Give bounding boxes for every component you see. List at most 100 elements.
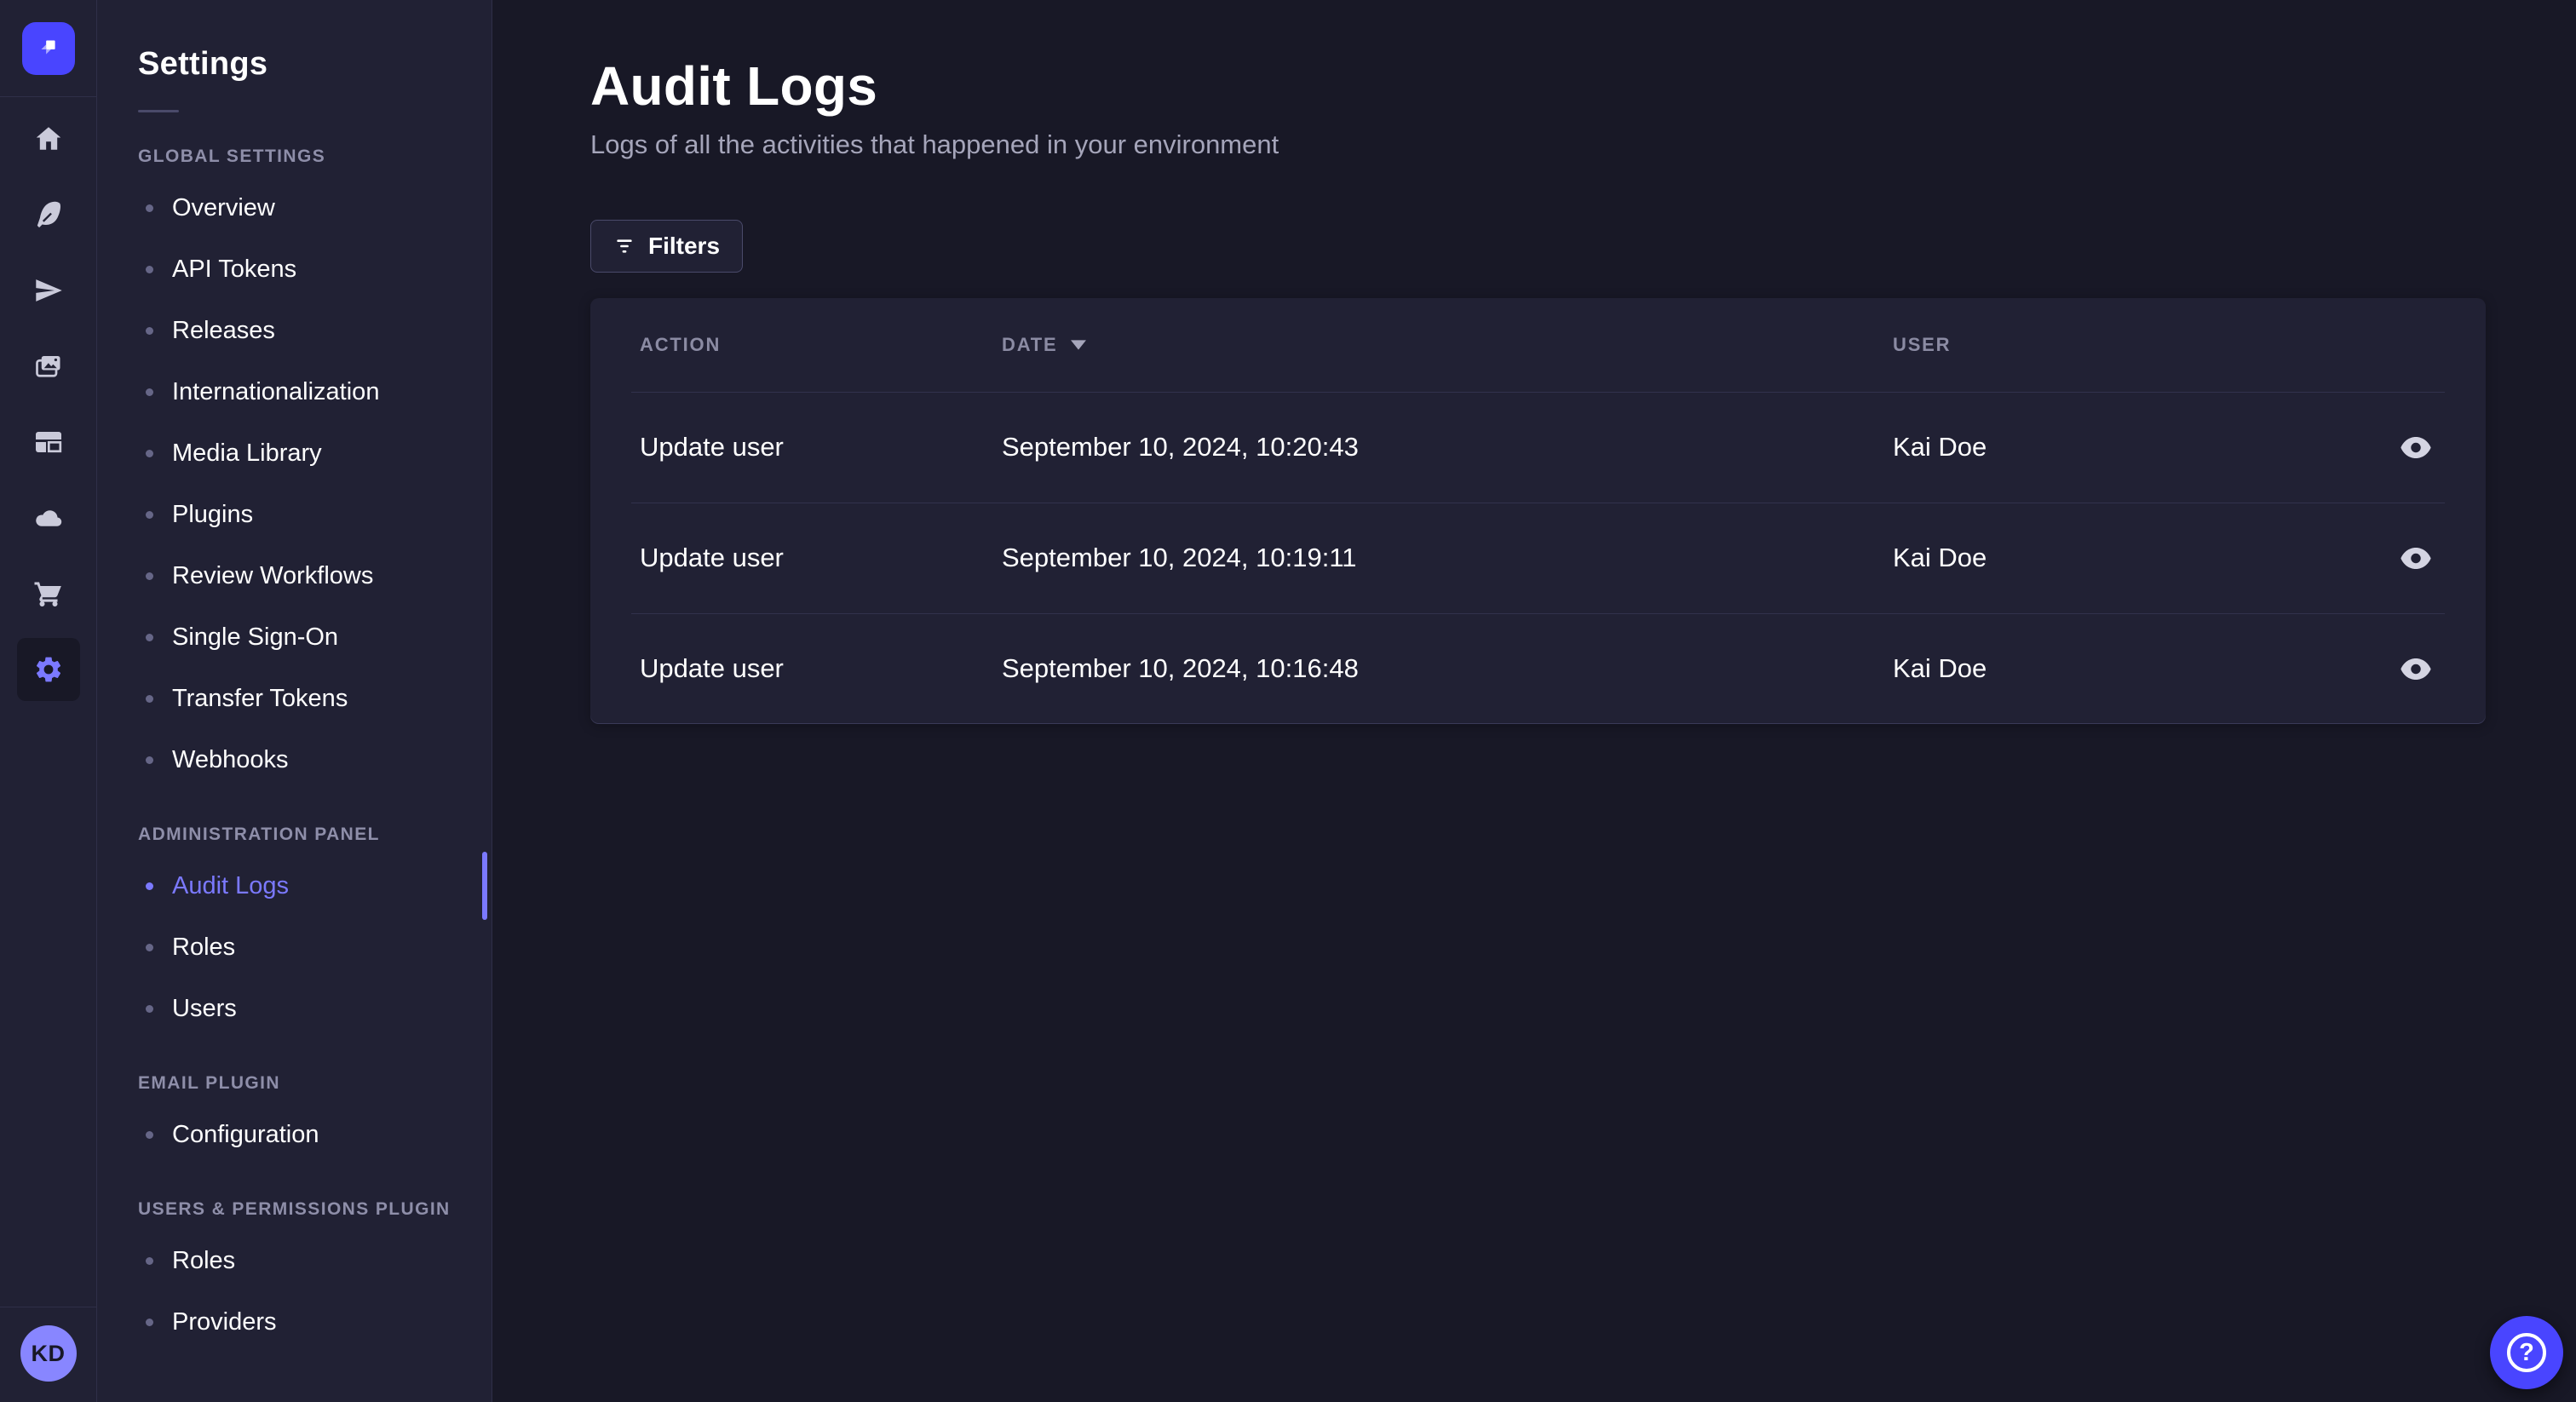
sidebar-item-label: Releases [172,316,275,344]
bullet-icon [146,204,153,212]
sidebar-item-api-tokens[interactable]: API Tokens [138,238,492,300]
audit-logs-table: ACTION DATE USER Update user September 1… [590,298,2486,724]
marketplace-cart-icon[interactable] [17,562,80,625]
sidebar-item-label: Users [172,994,237,1022]
rail-items [16,107,80,714]
settings-gear-icon[interactable] [16,638,80,701]
main-content: Audit Logs Logs of all the activities th… [492,0,2576,1402]
bullet-icon [146,1130,153,1139]
sidebar-section: USERS & PERMISSIONS PLUGIN Roles Provide… [138,1199,492,1353]
view-log-details-button[interactable] [2395,543,2436,574]
sidebar-section-label: EMAIL PLUGIN [138,1073,280,1093]
eye-icon [2401,436,2431,458]
feather-icon[interactable] [17,183,80,246]
cell-date: September 10, 2024, 10:16:48 [1002,653,1359,683]
sidebar-item-roles[interactable]: Roles [138,1230,492,1291]
view-log-details-button[interactable] [2395,653,2436,685]
bullet-icon [146,1004,153,1013]
paper-plane-icon[interactable] [17,259,80,322]
sidebar-item-label: Single Sign-On [172,623,339,651]
sidebar-section-items: Configuration [138,1104,492,1165]
sidebar-item-single-sign-on[interactable]: Single Sign-On [138,606,492,668]
sidebar-item-label: Review Workflows [172,561,374,589]
sidebar-section-label: ADMINISTRATION PANEL [138,825,380,844]
cloud-icon[interactable] [17,486,80,549]
page-subtitle: Logs of all the activities that happened… [590,129,1279,159]
column-header-user: USER [1893,334,1952,355]
sidebar-item-label: Audit Logs [172,871,290,899]
question-mark-icon: ? [2507,1333,2546,1372]
page-title: Audit Logs [590,55,878,117]
column-header-date: DATE [1002,334,1893,356]
sidebar-item-webhooks[interactable]: Webhooks [138,729,492,790]
cell-user: Kai Doe [1893,653,1987,683]
bullet-icon [146,265,153,273]
strapi-logo[interactable] [21,21,75,75]
sidebar-item-label: Transfer Tokens [172,684,348,712]
sidebar-section-items: Audit Logs Roles Users [138,855,492,1039]
sidebar-section-items: Overview API Tokens Releases Internation… [138,177,492,790]
sidebar-item-plugins[interactable]: Plugins [138,484,492,545]
sidebar-section: GLOBAL SETTINGS Overview API Tokens Rele… [138,147,492,790]
sidebar-item-audit-logs[interactable]: Audit Logs [138,855,492,916]
table-row: Update user September 10, 2024, 10:16:48… [590,613,2486,724]
sidebar-item-label: Internationalization [172,377,380,405]
rail-footer: KD [0,1307,96,1402]
sort-descending-icon[interactable] [1071,340,1087,350]
cell-action: Update user [640,432,784,462]
bullet-icon [146,694,153,703]
sidebar-item-overview[interactable]: Overview [138,177,492,238]
strapi-logo-icon [40,40,55,55]
settings-nav: Settings GLOBAL SETTINGS Overview API To… [97,0,492,1402]
icon-rail: KD [0,0,97,1402]
bullet-icon [146,510,153,519]
avatar[interactable]: KD [20,1325,77,1382]
sidebar-item-label: Media Library [172,439,322,467]
audit-table-body: Update user September 10, 2024, 10:20:43… [590,392,2486,724]
bullet-icon [146,882,153,890]
sidebar-item-transfer-tokens[interactable]: Transfer Tokens [138,668,492,729]
cell-date: September 10, 2024, 10:20:43 [1002,432,1359,462]
sidebar-item-label: Webhooks [172,745,289,773]
column-header-action: ACTION [640,334,722,355]
nav-title-divider [138,110,179,112]
toolbar: Filters [590,220,2486,273]
table-row: Update user September 10, 2024, 10:20:43… [590,392,2486,503]
help-button[interactable]: ? [2490,1316,2563,1389]
bullet-icon [146,1256,153,1265]
sidebar-item-internationalization[interactable]: Internationalization [138,361,492,422]
sidebar-section: EMAIL PLUGIN Configuration [138,1073,492,1165]
home-icon[interactable] [17,107,80,170]
bullet-icon [146,572,153,580]
layout-icon[interactable] [17,411,80,474]
filters-button[interactable]: Filters [590,220,744,273]
cell-user: Kai Doe [1893,543,1987,572]
bullet-icon [146,449,153,457]
sidebar-item-label: Overview [172,193,275,221]
sidebar-item-configuration[interactable]: Configuration [138,1104,492,1165]
sidebar-item-review-workflows[interactable]: Review Workflows [138,545,492,606]
cell-action: Update user [640,543,784,572]
eye-icon [2401,658,2431,680]
sidebar-sections: GLOBAL SETTINGS Overview API Tokens Rele… [138,147,492,1353]
sidebar-item-users[interactable]: Users [138,978,492,1039]
sidebar-section: ADMINISTRATION PANEL Audit Logs Roles Us… [138,825,492,1039]
sidebar-item-releases[interactable]: Releases [138,300,492,361]
sidebar-item-media-library[interactable]: Media Library [138,422,492,484]
cell-user: Kai Doe [1893,432,1987,462]
sidebar-section-label: USERS & PERMISSIONS PLUGIN [138,1199,451,1219]
cell-action: Update user [640,653,784,683]
sidebar-item-label: Roles [172,1246,236,1274]
bullet-icon [146,1318,153,1326]
sidebar-item-label: Roles [172,933,236,961]
table-row: Update user September 10, 2024, 10:19:11… [590,503,2486,613]
sidebar-item-label: Plugins [172,500,254,528]
sidebar-item-roles[interactable]: Roles [138,916,492,978]
bullet-icon [146,326,153,335]
bullet-icon [146,388,153,396]
sidebar-item-providers[interactable]: Providers [138,1291,492,1353]
view-log-details-button[interactable] [2395,432,2436,463]
media-library-icon[interactable] [17,335,80,398]
sidebar-section-label: GLOBAL SETTINGS [138,147,326,166]
sidebar-section-items: Roles Providers [138,1230,492,1353]
